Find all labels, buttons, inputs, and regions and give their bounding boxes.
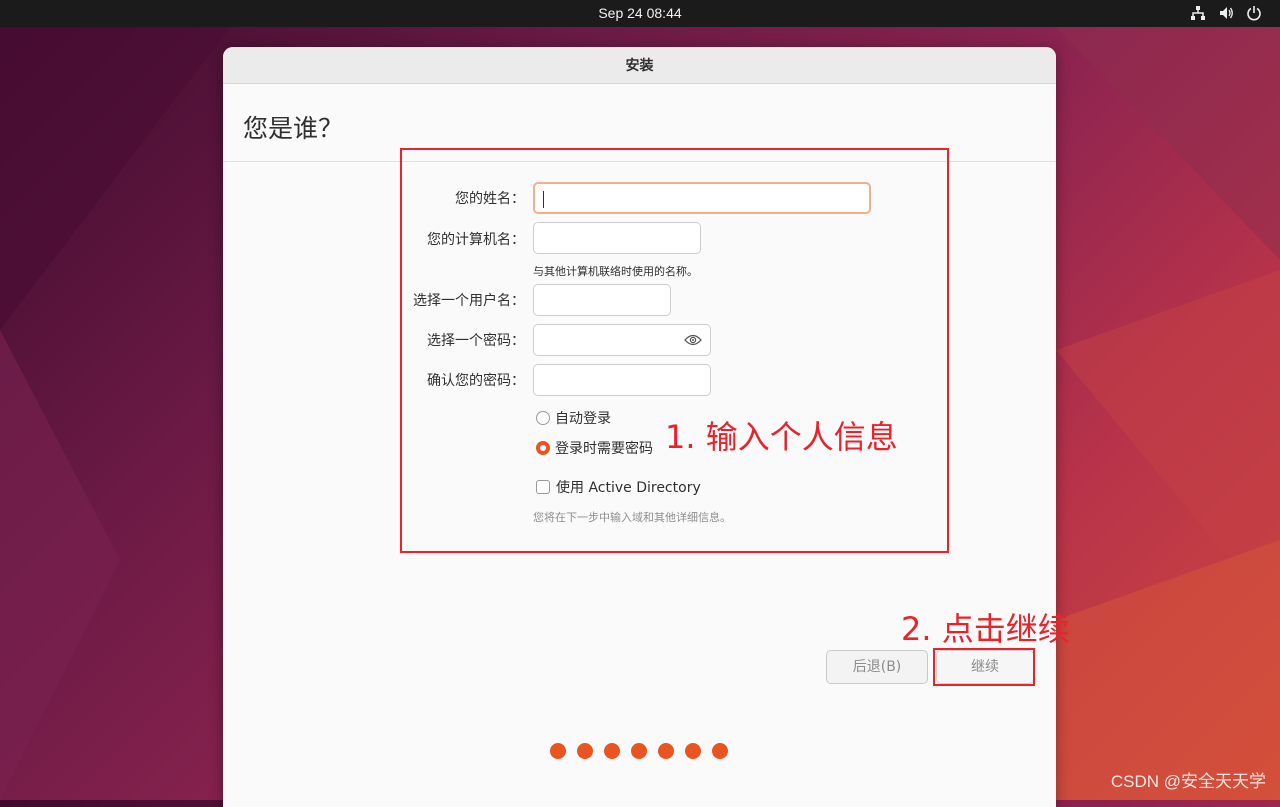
installer-window: 安装 您是谁？ 您的姓名： 您的计算机名： 与其他计算机联络时使用的名称。 选择… — [223, 47, 1056, 807]
progress-dot — [685, 743, 701, 759]
auto-login-radio[interactable]: 自动登录 — [536, 408, 611, 428]
active-directory-checkbox[interactable]: 使用 Active Directory — [536, 477, 701, 497]
page-title: 您是谁？ — [243, 114, 344, 143]
name-input[interactable] — [533, 182, 871, 214]
confirm-password-label: 确认您的密码： — [427, 373, 525, 389]
active-directory-label: 使用 Active Directory — [556, 480, 701, 496]
computer-name-input[interactable] — [533, 222, 701, 254]
confirm-password-input[interactable] — [533, 364, 711, 396]
username-label: 选择一个用户名： — [413, 293, 525, 309]
back-button[interactable]: 后退(B) — [826, 650, 928, 684]
volume-icon[interactable] — [1218, 5, 1234, 21]
name-label: 您的姓名： — [455, 191, 525, 207]
require-password-label: 登录时需要密码 — [555, 441, 653, 457]
progress-dot — [658, 743, 674, 759]
header-divider — [223, 161, 1056, 162]
show-password-icon[interactable] — [684, 333, 702, 347]
radio-checked-icon — [536, 441, 550, 455]
watermark: CSDN @安全天天学 — [1110, 772, 1266, 791]
progress-dot — [550, 743, 566, 759]
progress-dot — [631, 743, 647, 759]
continue-button[interactable]: 继续 — [936, 650, 1034, 684]
annotation-step1: 1. 输入个人信息 — [665, 418, 898, 456]
require-password-radio[interactable]: 登录时需要密码 — [536, 438, 653, 458]
progress-dot — [604, 743, 620, 759]
username-input[interactable] — [533, 284, 671, 316]
checkbox-icon — [536, 480, 550, 494]
power-icon[interactable] — [1246, 5, 1262, 21]
network-icon[interactable] — [1190, 5, 1206, 21]
computer-name-label: 您的计算机名： — [427, 232, 525, 248]
annotation-step2: 2. 点击继续 — [901, 610, 1070, 648]
top-bar: Sep 24 08:44 — [0, 0, 1280, 27]
text-caret — [543, 191, 544, 208]
progress-dot — [577, 743, 593, 759]
computer-name-hint: 与其他计算机联络时使用的名称。 — [533, 265, 698, 278]
progress-dots — [550, 743, 728, 759]
active-directory-hint: 您将在下一步中输入域和其他详细信息。 — [533, 511, 731, 524]
progress-dot — [712, 743, 728, 759]
window-title: 安装 — [223, 47, 1056, 84]
auto-login-label: 自动登录 — [555, 411, 611, 427]
clock[interactable]: Sep 24 08:44 — [0, 0, 1280, 27]
password-label: 选择一个密码： — [427, 333, 525, 349]
radio-unchecked-icon — [536, 411, 550, 425]
